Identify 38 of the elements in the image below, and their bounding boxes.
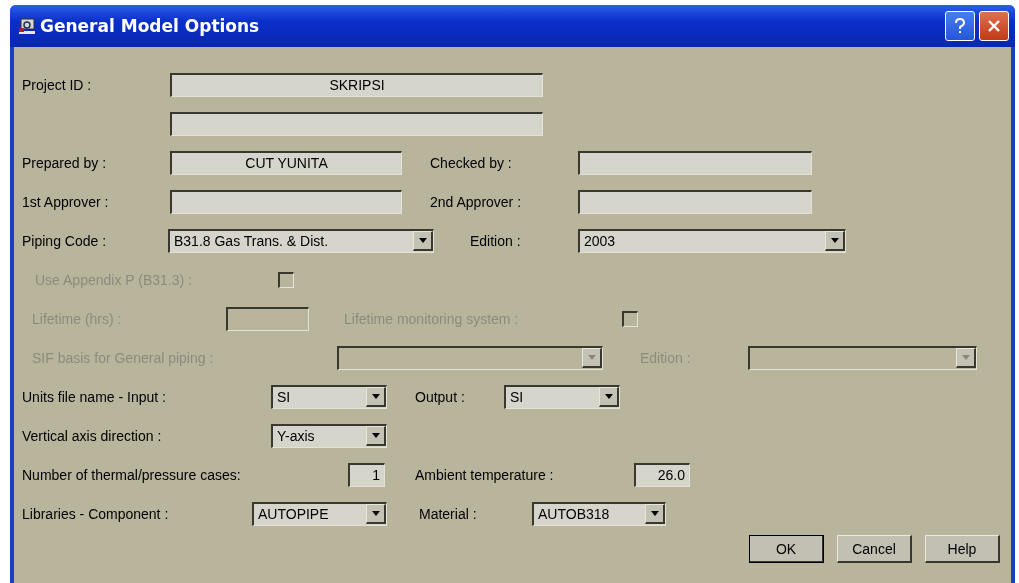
- field-label: Prepared by :: [22, 154, 108, 171]
- text-field[interactable]: CUT YUNITA: [170, 150, 402, 175]
- window-title: General Model Options: [40, 16, 260, 36]
- dropdown[interactable]: AUTOB318: [532, 501, 666, 526]
- field-label: Material :: [419, 505, 478, 522]
- field-label: Units file name - Input :: [22, 388, 167, 405]
- text-field[interactable]: [578, 150, 812, 175]
- field-label: 1st Approver :: [22, 193, 110, 210]
- field-label: Piping Code :: [22, 232, 108, 249]
- app-icon: [18, 17, 36, 35]
- text-field[interactable]: [170, 189, 402, 214]
- text-field[interactable]: SKRIPSI: [170, 72, 543, 97]
- field-label: Libraries - Component :: [22, 505, 170, 522]
- dropdown[interactable]: SI: [504, 384, 620, 409]
- text-field[interactable]: [578, 189, 812, 214]
- close-button[interactable]: [979, 11, 1009, 41]
- field-label: Vertical axis direction :: [22, 427, 163, 444]
- field-label: 2nd Approver :: [430, 193, 523, 210]
- field-label: Edition :: [470, 232, 522, 249]
- dropdown[interactable]: SI: [271, 384, 387, 409]
- dropdown[interactable]: 2003: [578, 228, 846, 253]
- dropdown[interactable]: Y-axis: [271, 423, 387, 448]
- field-label: Checked by :: [430, 154, 513, 171]
- text-field[interactable]: 26.0: [634, 462, 690, 487]
- dialog-button[interactable]: Cancel: [837, 535, 912, 563]
- text-field[interactable]: 1: [348, 462, 385, 487]
- help-button[interactable]: [945, 11, 975, 41]
- dropdown[interactable]: AUTOPIPE: [252, 501, 387, 526]
- field-label: Number of thermal/pressure cases:: [22, 466, 242, 483]
- field-label: Project ID :: [22, 76, 93, 93]
- dropdown[interactable]: B31.8 Gas Trans. & Dist.: [168, 228, 434, 253]
- close-icon: [987, 19, 1001, 33]
- help-icon: [953, 18, 967, 34]
- field-label: Ambient temperature :: [415, 466, 555, 483]
- text-field[interactable]: [170, 111, 543, 136]
- dialog-button[interactable]: Help: [925, 535, 1000, 563]
- field-label: Output :: [415, 388, 466, 405]
- dialog-button[interactable]: OK: [749, 535, 824, 563]
